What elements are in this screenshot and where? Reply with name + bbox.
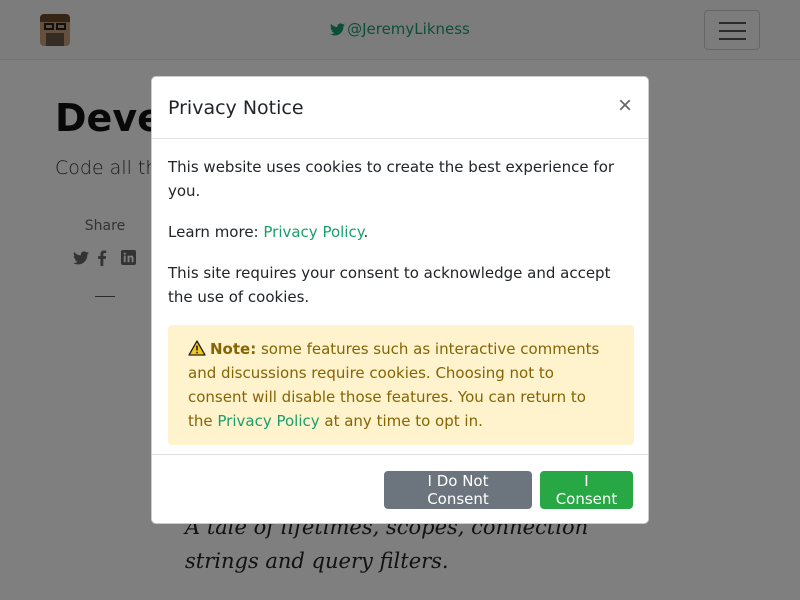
learn-more-paragraph: Learn more: Privacy Policy. [168, 220, 634, 244]
note-suffix: at any time to opt in. [319, 412, 483, 430]
modal-body: This website uses cookies to create the … [168, 139, 634, 445]
modal-footer: I Do Not Consent I Consent [152, 454, 648, 524]
warning-icon [188, 339, 206, 356]
cookie-paragraph: This website uses cookies to create the … [168, 158, 615, 200]
note-alert: Note: some features such as interactive … [168, 325, 634, 445]
consent-paragraph: This site requires your consent to ackno… [168, 264, 611, 306]
learn-more-suffix: . [363, 223, 369, 241]
modal-header: Privacy Notice × [152, 77, 648, 139]
privacy-policy-link[interactable]: Privacy Policy [263, 223, 363, 241]
decline-button[interactable]: I Do Not Consent [384, 471, 532, 509]
alert-privacy-policy-link[interactable]: Privacy Policy [217, 412, 319, 430]
privacy-modal: Privacy Notice × This website uses cooki… [151, 76, 649, 524]
modal-title: Privacy Notice [168, 97, 304, 119]
note-label: Note: [210, 340, 257, 358]
close-icon[interactable]: × [618, 94, 632, 118]
learn-more-label: Learn more: [168, 223, 264, 241]
consent-button[interactable]: I Consent [540, 471, 633, 509]
